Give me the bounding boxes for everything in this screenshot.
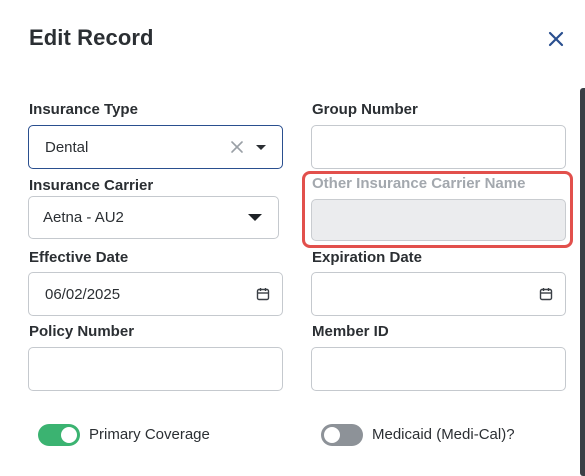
close-icon[interactable]: [545, 28, 567, 50]
primary-coverage-toggle[interactable]: [38, 424, 80, 446]
primary-coverage-label: Primary Coverage: [89, 426, 210, 443]
effective-date-value: 06/02/2025: [45, 285, 121, 303]
clear-icon[interactable]: [230, 140, 244, 154]
dialog-title: Edit Record: [29, 25, 154, 50]
toggle-knob: [61, 427, 77, 443]
group-number-input[interactable]: [311, 125, 566, 169]
chevron-down-icon[interactable]: [248, 214, 262, 221]
effective-date-input[interactable]: 06/02/2025: [28, 272, 283, 316]
insurance-carrier-value: Aetna - AU2: [43, 209, 124, 226]
calendar-icon[interactable]: [539, 287, 553, 301]
medicaid-label: Medicaid (Medi-Cal)?: [372, 426, 515, 443]
member-id-label: Member ID: [312, 323, 389, 340]
effective-date-label: Effective Date: [29, 249, 129, 266]
expiration-date-label: Expiration Date: [312, 249, 423, 266]
expiration-date-input[interactable]: [311, 272, 566, 316]
chevron-down-icon[interactable]: [256, 144, 266, 150]
other-carrier-name-label: Other Insurance Carrier Name: [312, 175, 526, 192]
insurance-type-label: Insurance Type: [29, 101, 138, 118]
toggle-knob: [324, 427, 340, 443]
insurance-type-select[interactable]: Dental: [28, 125, 283, 169]
edit-record-dialog: Edit Record Insurance Type Dental Group …: [0, 0, 585, 476]
calendar-icon[interactable]: [256, 287, 270, 301]
policy-number-input[interactable]: [28, 347, 283, 391]
scrollbar[interactable]: [580, 88, 585, 476]
policy-number-label: Policy Number: [29, 323, 135, 340]
other-carrier-name-input: [311, 199, 566, 241]
insurance-type-value: Dental: [45, 138, 89, 156]
member-id-input[interactable]: [311, 347, 566, 391]
insurance-carrier-select[interactable]: Aetna - AU2: [28, 196, 279, 239]
medicaid-toggle[interactable]: [321, 424, 363, 446]
group-number-label: Group Number: [312, 101, 418, 118]
insurance-carrier-label: Insurance Carrier: [29, 177, 154, 194]
